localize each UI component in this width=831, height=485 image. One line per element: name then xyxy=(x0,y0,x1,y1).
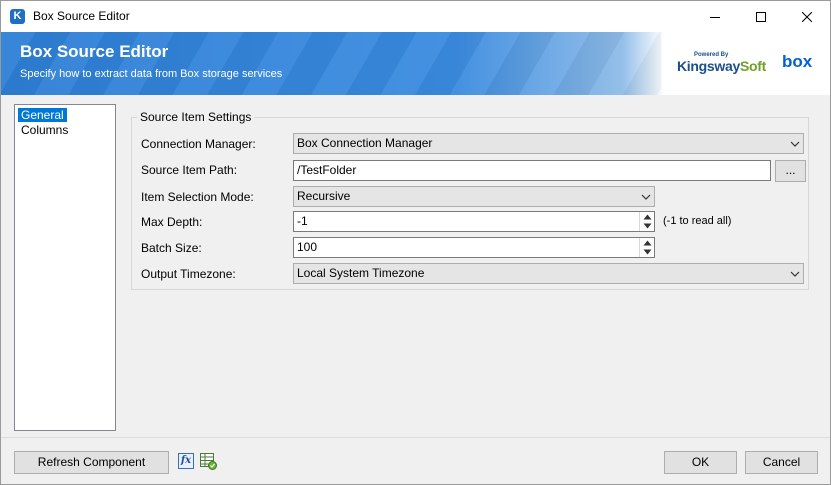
ok-button[interactable]: OK xyxy=(664,451,737,474)
minimize-button[interactable] xyxy=(692,1,738,32)
kingswaysoft-app-icon: K xyxy=(10,9,25,24)
max-depth-spin-buttons[interactable] xyxy=(639,212,654,231)
max-depth-label: Max Depth: xyxy=(141,215,203,229)
window-title: Box Source Editor xyxy=(33,9,130,23)
column-mapping-icon[interactable] xyxy=(200,453,217,470)
nav-item-general[interactable]: General xyxy=(18,108,67,122)
nav-item-columns[interactable]: Columns xyxy=(18,123,71,137)
max-depth-stepper[interactable]: -1 xyxy=(293,211,655,232)
fx-expression-icon[interactable]: fx xyxy=(178,453,194,469)
cancel-button[interactable]: Cancel xyxy=(745,451,818,474)
batch-size-value: 100 xyxy=(297,240,318,254)
kingswaysoft-logo: Powered By KingswaySoft xyxy=(674,52,766,76)
close-icon xyxy=(802,11,812,22)
max-depth-hint: (-1 to read all) xyxy=(663,215,732,227)
refresh-component-button[interactable]: Refresh Component xyxy=(14,451,169,474)
batch-size-spin-buttons[interactable] xyxy=(639,238,654,257)
chevron-down-icon xyxy=(790,271,800,277)
minimize-icon xyxy=(710,16,720,18)
batch-size-stepper[interactable]: 100 xyxy=(293,237,655,258)
header-banner: Box Source Editor Specify how to extract… xyxy=(1,32,830,95)
connection-manager-value: Box Connection Manager xyxy=(297,136,433,150)
item-selection-mode-value: Recursive xyxy=(297,189,351,203)
spin-down-icon[interactable] xyxy=(643,249,652,255)
page-navigation-list[interactable]: General Columns xyxy=(14,104,116,431)
spin-up-icon[interactable] xyxy=(643,240,652,246)
title-bar: K Box Source Editor xyxy=(1,1,830,32)
logo-kingsway-part2: Soft xyxy=(739,58,766,74)
banner-title: Box Source Editor xyxy=(20,42,169,61)
source-item-path-input[interactable]: /TestFolder xyxy=(293,160,771,181)
batch-size-label: Batch Size: xyxy=(141,241,202,255)
dialog-window: K Box Source Editor Box Source Editor Sp… xyxy=(0,0,831,485)
connection-manager-label: Connection Manager: xyxy=(141,137,256,151)
output-timezone-value: Local System Timezone xyxy=(297,266,425,280)
item-selection-mode-label: Item Selection Mode: xyxy=(141,190,254,204)
max-depth-value: -1 xyxy=(297,214,308,228)
maximize-button[interactable] xyxy=(738,1,784,32)
chevron-down-icon xyxy=(641,194,651,200)
browse-path-button[interactable]: ... xyxy=(775,160,806,182)
spin-up-icon[interactable] xyxy=(643,214,652,220)
footer-divider xyxy=(1,437,830,438)
item-selection-mode-dropdown[interactable]: Recursive xyxy=(293,186,655,207)
banner-subtitle: Specify how to extract data from Box sto… xyxy=(20,68,283,80)
source-item-path-label: Source Item Path: xyxy=(141,163,238,177)
close-button[interactable] xyxy=(784,1,830,32)
group-title: Source Item Settings xyxy=(137,110,255,124)
maximize-icon xyxy=(756,11,766,22)
connection-manager-dropdown[interactable]: Box Connection Manager xyxy=(293,133,804,154)
logo-kingsway-part1: Kingsway xyxy=(677,58,740,74)
output-timezone-label: Output Timezone: xyxy=(141,267,236,281)
output-timezone-dropdown[interactable]: Local System Timezone xyxy=(293,263,804,284)
box-logo: box xyxy=(782,52,813,71)
chevron-down-icon xyxy=(790,141,800,147)
spin-down-icon[interactable] xyxy=(643,223,652,229)
logo-kingsway-name: KingswaySoft xyxy=(677,58,766,74)
